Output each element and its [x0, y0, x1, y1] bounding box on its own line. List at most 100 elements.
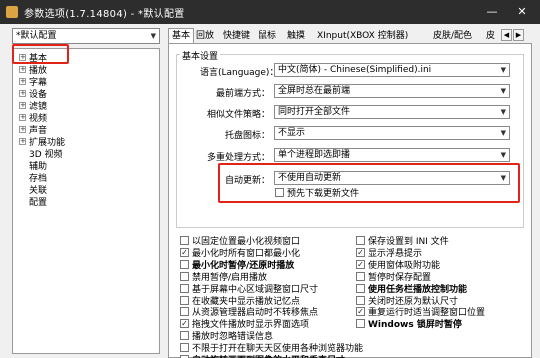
tree-item-label: 滤镜 [29, 102, 48, 112]
option-checkbox[interactable]: 关闭时还原为默认尺寸 [356, 295, 458, 308]
tray-icon-select[interactable]: 不显示 ▼ [274, 126, 510, 140]
tree-item-filter[interactable]: + 滤镜 [19, 101, 47, 113]
checkbox-box[interactable] [180, 271, 189, 281]
tree-item-label: 字幕 [29, 78, 48, 88]
tree-item-3d-video[interactable]: 3D 视频 [29, 149, 63, 161]
group-title: 基本设置 [180, 49, 221, 62]
option-checkbox[interactable]: ✓ 拖拽文件播放时显示界面选项 [180, 319, 310, 331]
tree-item-label: 声音 [29, 126, 48, 136]
option-checkbox[interactable]: 暂停时保存配置 [356, 271, 432, 284]
checkbox-label: 保存设置到 INI 文件 [368, 237, 449, 247]
checkbox-box[interactable] [356, 271, 365, 281]
multi-process-select[interactable]: 单个进程即选即播 ▼ [274, 148, 510, 162]
expand-icon[interactable]: + [19, 138, 26, 145]
option-checkbox[interactable]: 播放时忽略错误信息 [180, 331, 274, 343]
tree-item-label: 视频 [29, 114, 48, 124]
checkbox-checked-icon[interactable]: ✓ [356, 247, 365, 257]
language-select[interactable]: 中文(简体) - Chinese(Simplified).ini ▼ [274, 63, 510, 77]
tree-item-playback[interactable]: + 播放 [19, 65, 47, 77]
tree-item-subtitle[interactable]: + 字幕 [19, 77, 47, 89]
option-checkbox[interactable]: Windows 锁屏时暂停 [356, 319, 462, 331]
checkbox-box[interactable] [180, 343, 189, 353]
tab-replay[interactable]: 回放 [196, 30, 214, 43]
minimize-button[interactable]: — [482, 4, 502, 20]
similar-files-select[interactable]: 同时打开全部文件 ▼ [274, 105, 510, 119]
highlight-basic-tree-item [12, 44, 69, 64]
tree-item-config[interactable]: 配置 [29, 197, 47, 209]
checkbox-box[interactable] [356, 236, 365, 245]
topmost-value: 全屏时总在最前端 [278, 86, 351, 96]
expand-icon[interactable]: + [19, 90, 26, 97]
checkbox-box[interactable] [180, 283, 189, 293]
tree-item-assist[interactable]: 辅助 [29, 161, 47, 173]
expand-icon[interactable]: + [19, 114, 26, 121]
option-checkbox[interactable]: 保存设置到 INI 文件 [356, 236, 449, 248]
checkbox-box[interactable] [180, 307, 189, 317]
checkbox-box[interactable] [356, 283, 365, 293]
option-checkbox[interactable]: ✓ 最小化时所有窗口都最小化 [180, 247, 300, 260]
checkbox-box[interactable] [180, 331, 189, 341]
checkbox-label: 播放时忽略错误信息 [192, 332, 274, 343]
expand-icon[interactable]: + [19, 102, 26, 109]
tab-scroll-left-icon[interactable]: ◀ [501, 29, 512, 41]
checkbox-box[interactable] [180, 295, 189, 305]
chevron-down-icon: ▼ [500, 151, 506, 159]
checkbox-checked-icon[interactable]: ✓ [180, 247, 189, 257]
checkbox-box[interactable] [356, 319, 365, 329]
checkbox-box[interactable] [180, 236, 189, 245]
multi-process-value: 单个进程即选即播 [278, 150, 351, 160]
option-checkbox[interactable]: 禁用暂停/启用播放 [180, 271, 267, 284]
tab-skin[interactable]: 皮肤/配色 [433, 30, 472, 43]
checkbox-label: 最小化时暂停/还原时播放 [192, 260, 295, 271]
tab-mouse[interactable]: 鼠标 [258, 30, 276, 43]
tab-overflow[interactable]: 皮 [486, 30, 495, 43]
window-title: 参数选项(1.7.14804) - *默认配置 [24, 9, 185, 20]
close-button[interactable]: ✕ [512, 4, 532, 20]
preset-select[interactable]: *默认配置 ▼ [12, 28, 160, 44]
chevron-down-icon: ▼ [150, 32, 156, 40]
tree-item-label: 扩展功能 [29, 138, 66, 148]
tab-basic[interactable]: 基本 [168, 28, 195, 44]
tree-item-label: 配置 [29, 198, 48, 208]
option-checkbox[interactable]: ✓ 显示浮悬提示 [356, 247, 422, 260]
tree-item-archive[interactable]: 存档 [29, 173, 47, 185]
topmost-select[interactable]: 全屏时总在最前端 ▼ [274, 84, 510, 98]
option-checkbox[interactable]: 从资源管理器启动时不转移焦点 [180, 307, 319, 319]
option-checkbox[interactable]: 最小化时暂停/还原时播放 [180, 259, 295, 272]
checkbox-box[interactable] [356, 295, 365, 305]
checkbox-checked-icon[interactable]: ✓ [180, 319, 189, 329]
tree-item-audio[interactable]: + 声音 [19, 125, 47, 137]
option-checkbox[interactable]: 不限于打开在聊天天区使用各种浏览器功能 [180, 343, 364, 355]
expand-icon[interactable]: + [19, 66, 26, 73]
similar-files-value: 同时打开全部文件 [278, 107, 351, 117]
checkbox-label: 暂停时保存配置 [368, 272, 432, 283]
option-checkbox[interactable]: 使用任务栏播放控制功能 [356, 283, 467, 296]
option-checkbox[interactable]: ✓ 重复运行时适当调整窗口位置 [356, 307, 485, 319]
checkbox-label: 拖拽文件播放时显示界面选项 [192, 320, 310, 331]
option-checkbox[interactable]: ✓ 使用窗体吸附功能 [356, 259, 440, 272]
tab-scroll-right-icon[interactable]: ▶ [513, 29, 524, 41]
topmost-label: 最前端方式： [215, 89, 270, 99]
expand-icon[interactable]: + [19, 126, 26, 133]
checkbox-checked-icon[interactable]: ✓ [356, 259, 365, 269]
expand-icon[interactable]: + [19, 78, 26, 85]
checkbox-label: Windows 锁屏时暂停 [368, 320, 462, 331]
checkbox-box[interactable] [180, 259, 189, 269]
option-checkbox[interactable]: 基于屏幕中心区域调整窗口尺寸 [180, 283, 318, 296]
tab-hotkeys[interactable]: 快捷键 [223, 30, 250, 43]
option-checkbox[interactable]: 以固定位置最小化视频窗口 [180, 236, 300, 248]
tree-item-video[interactable]: + 视频 [19, 113, 47, 125]
tree-item-association[interactable]: 关联 [29, 185, 47, 197]
tree-item-device[interactable]: + 设备 [19, 89, 47, 101]
checkbox-label: 从资源管理器启动时不转移焦点 [192, 308, 319, 319]
category-tree: + 基本 + 播放 + 字幕 + 设备 + 滤镜 + 视频 + 声音 + 扩展功能 3D 视频 … [12, 48, 160, 354]
option-checkbox[interactable]: 在收藏夹中显示播放记忆点 [180, 295, 300, 308]
tree-item-extensions[interactable]: + 扩展功能 [19, 137, 65, 149]
tree-item-label: 3D 视频 [29, 150, 63, 160]
checkbox-label: 不限于打开在聊天天区使用各种浏览器功能 [192, 344, 364, 355]
language-label: 语言(Language)： [200, 68, 279, 78]
tab-xinput[interactable]: XInput(XBOX 控制器) [317, 30, 408, 43]
tray-icon-label: 托盘图标： [224, 131, 270, 141]
tab-touch[interactable]: 触摸 [287, 30, 305, 43]
checkbox-checked-icon[interactable]: ✓ [356, 307, 365, 317]
